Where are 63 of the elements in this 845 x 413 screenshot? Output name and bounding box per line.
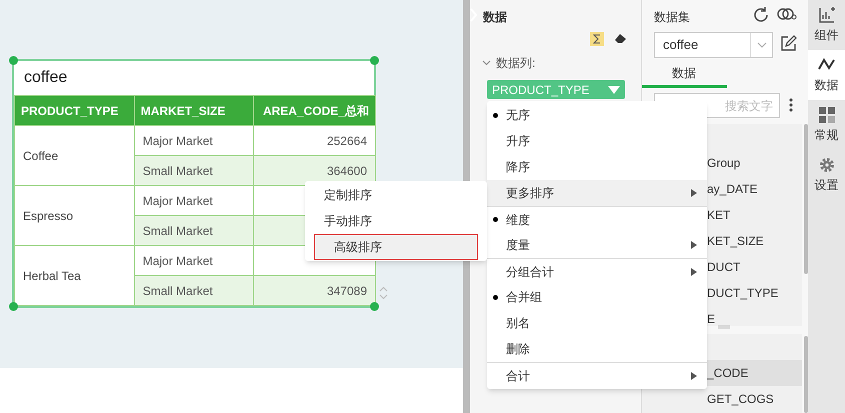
side-tab[interactable]: 常规: [808, 100, 845, 150]
section-label: 数据列:: [496, 55, 536, 72]
panel-title: 数据集: [654, 9, 690, 26]
bullet-icon: [493, 294, 498, 300]
menu-item[interactable]: 合计: [487, 362, 707, 388]
menu-item[interactable]: 升序: [487, 128, 707, 154]
submenu-arrow-icon: [691, 268, 697, 276]
menu-item[interactable]: 分组合计: [487, 258, 707, 284]
table-cell: 252664: [254, 126, 376, 156]
column-header: PRODUCT_TYPE: [14, 96, 134, 126]
scrollbar[interactable]: [804, 336, 808, 413]
side-tab[interactable]: 组件: [808, 0, 845, 50]
submenu-arrow-icon: [691, 241, 697, 249]
add-chart-icon: [818, 6, 836, 24]
table-cell: Major Market: [134, 246, 254, 276]
column-header: AREA_CODE_总和: [254, 96, 376, 126]
field-item[interactable]: GET_COGS: [642, 386, 802, 412]
submenu-arrow-icon: [691, 372, 697, 380]
bullet-icon: [493, 112, 498, 118]
dataset-dropdown[interactable]: coffee: [654, 32, 773, 58]
menu-item[interactable]: 手动排序: [305, 208, 487, 234]
more-vertical-icon[interactable]: [789, 98, 793, 112]
refresh-icon[interactable]: [752, 6, 770, 24]
table-cell: Small Market: [134, 156, 254, 186]
dataset-tab[interactable]: 数据: [642, 64, 727, 88]
menu-item[interactable]: 合并组: [487, 284, 707, 310]
column-header: MARKET_SIZE: [134, 96, 254, 126]
menu-item[interactable]: 度量: [487, 232, 707, 258]
grid-icon: [818, 106, 836, 124]
table-cell: Coffee: [14, 126, 134, 186]
table-cell: Herbal Tea: [14, 246, 134, 306]
widget-title: coffee: [23, 68, 68, 88]
resize-handle[interactable]: [370, 302, 379, 311]
table-cell: Major Market: [134, 126, 254, 156]
table-cell: Major Market: [134, 186, 254, 216]
menu-item[interactable]: 高级排序: [314, 234, 478, 260]
menu-item[interactable]: 删除: [487, 336, 707, 362]
bullet-icon: [493, 217, 498, 222]
drag-handle-icon[interactable]: [718, 325, 730, 329]
resize-handle[interactable]: [9, 56, 18, 65]
chevron-down-icon[interactable]: [482, 60, 491, 66]
caret-icon: [608, 86, 620, 94]
submenu-arrow-icon: [691, 189, 697, 197]
side-tab[interactable]: 数据: [808, 50, 845, 100]
eraser-icon[interactable]: [614, 34, 626, 44]
menu-item[interactable]: 更多排序: [487, 180, 707, 206]
link-circles-icon[interactable]: [777, 7, 797, 21]
table-cell: Small Market: [134, 276, 254, 306]
side-tab[interactable]: 设置: [808, 150, 845, 200]
table-cell: 347089: [254, 276, 376, 306]
table-cell: Espresso: [14, 186, 134, 246]
scroll-arrows-icon[interactable]: [379, 286, 388, 300]
chevron-down-icon: [756, 42, 766, 48]
sigma-icon[interactable]: [590, 32, 604, 46]
table-cell: Small Market: [134, 216, 254, 246]
resize-handle[interactable]: [370, 56, 379, 65]
panel-title: 数据: [483, 9, 507, 26]
edit-icon[interactable]: [780, 35, 797, 52]
menu-item[interactable]: 别名: [487, 310, 707, 336]
resize-handle[interactable]: [9, 302, 18, 311]
settings-icon: [818, 156, 836, 174]
scrollbar[interactable]: [804, 124, 808, 274]
menu-item[interactable]: 降序: [487, 154, 707, 180]
